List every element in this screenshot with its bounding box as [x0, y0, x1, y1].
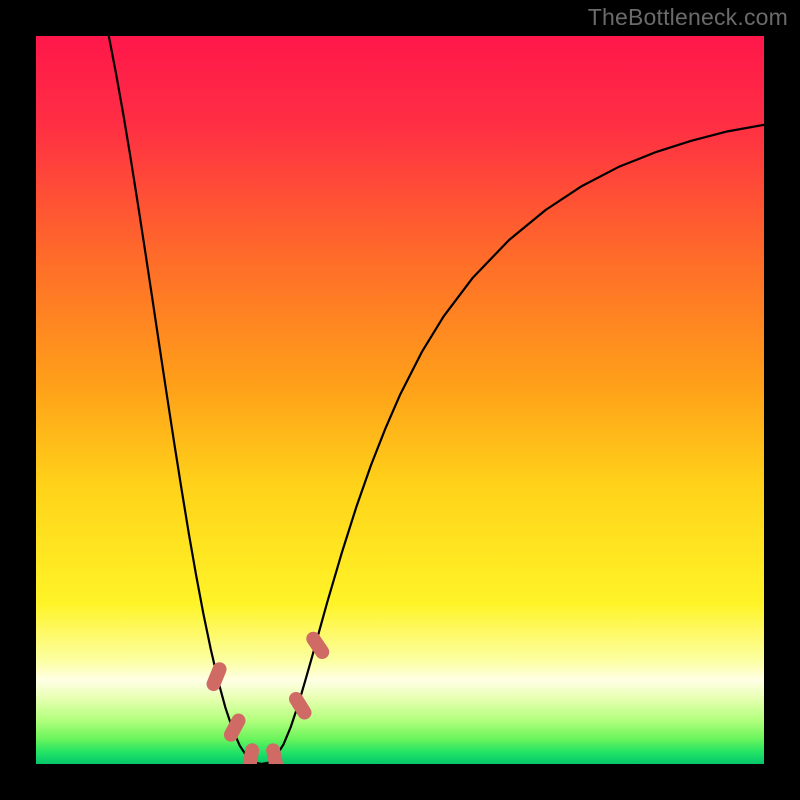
attribution-label: TheBottleneck.com — [588, 4, 788, 31]
plot-area — [36, 36, 764, 764]
chart-background — [36, 36, 764, 764]
chart-svg — [36, 36, 764, 764]
